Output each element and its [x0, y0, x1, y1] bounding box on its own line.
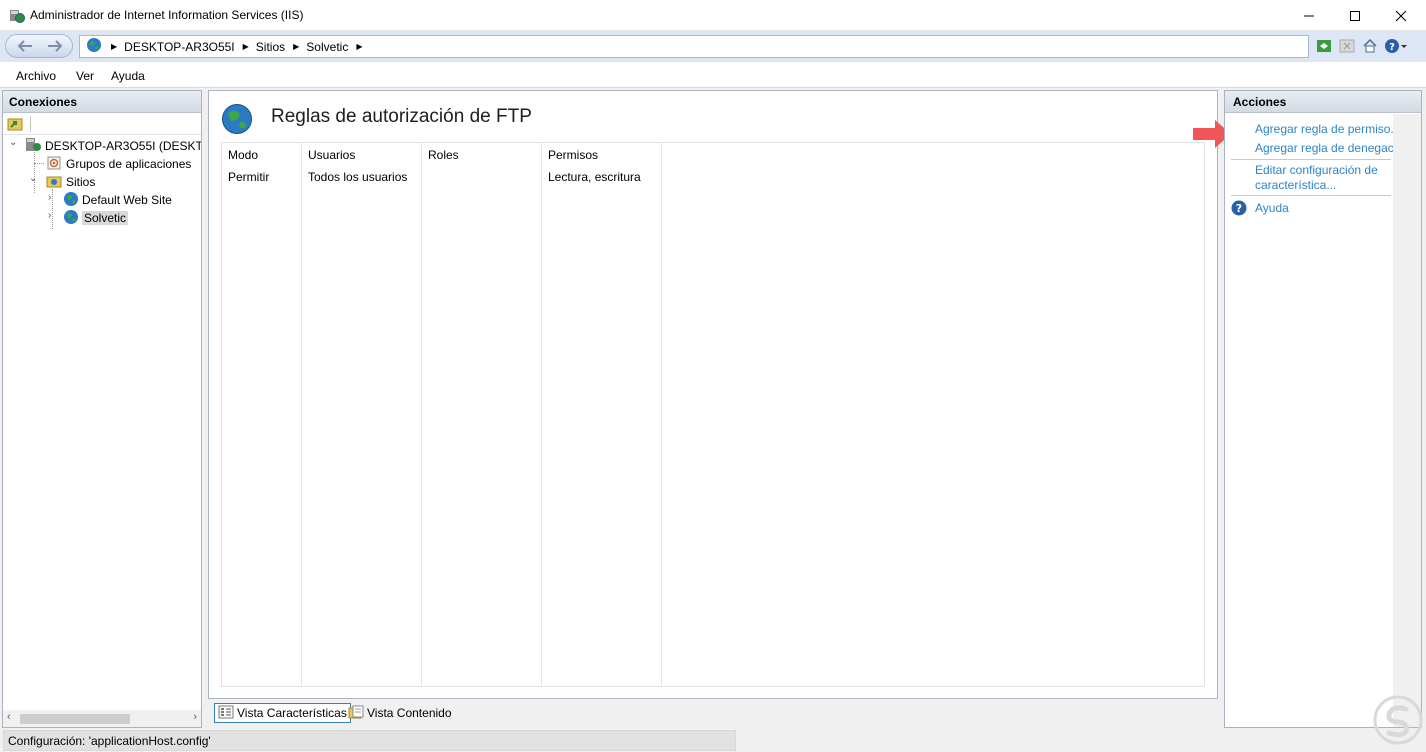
column-header-permisos[interactable]: Permisos: [548, 148, 598, 162]
svg-text:?: ?: [1389, 42, 1395, 53]
solvetic-logo: [1373, 695, 1423, 750]
column-divider: [422, 143, 542, 686]
view-tabs: Vista Características Vista Contenido: [208, 701, 1218, 725]
home-icon[interactable]: [1361, 37, 1378, 54]
connections-panel: Conexiones ⌄ DESKTOP-AR3O55I (DESKTOP Gr…: [2, 90, 202, 728]
scroll-right-icon[interactable]: ›: [193, 711, 197, 723]
page-title: Reglas de autorización de FTP: [271, 106, 532, 127]
connections-tree: ⌄ DESKTOP-AR3O55I (DESKTOP Grupos de apl…: [3, 135, 201, 705]
expand-chevron-icon[interactable]: ⌄: [9, 137, 17, 148]
globe-icon: [86, 37, 102, 56]
feature-panel: Reglas de autorización de FTP Modo Usuar…: [208, 90, 1218, 699]
actions-panel: Acciones Agregar regla de permiso... Agr…: [1224, 90, 1422, 728]
crumb-server[interactable]: DESKTOP-AR3O55I: [124, 40, 234, 54]
menu-bar: Archivo Ver Ayuda: [0, 62, 1426, 88]
connections-toolbar: [3, 113, 201, 135]
crumb-chevron-icon: ▶: [293, 42, 300, 51]
sites-folder-icon: [46, 176, 62, 188]
tree-guide: [34, 163, 44, 164]
app-pool-icon: [47, 156, 61, 170]
tree-label-solvetic: Solvetic: [82, 211, 129, 225]
actions-separator: [1231, 195, 1391, 196]
edit-feature-settings-link[interactable]: Editar configuración de característica..…: [1255, 163, 1378, 193]
tree-item-default-web-site[interactable]: Default Web Site: [63, 191, 172, 209]
tab-features-view[interactable]: Vista Características: [214, 703, 351, 723]
actions-separator: [1231, 159, 1391, 160]
column-header-modo[interactable]: Modo: [228, 148, 258, 162]
maximize-button[interactable]: [1332, 0, 1378, 31]
menu-ayuda[interactable]: Ayuda: [111, 69, 145, 83]
back-arrow-icon[interactable]: [16, 38, 34, 57]
tree-item-server[interactable]: DESKTOP-AR3O55I (DESKTOP: [25, 137, 201, 155]
tab-content-view[interactable]: Vista Contenido: [345, 703, 455, 723]
stop-icon[interactable]: [1338, 37, 1355, 54]
scroll-thumb[interactable]: [20, 714, 130, 724]
globe-icon: [64, 192, 78, 206]
tree-item-app-pools[interactable]: Grupos de aplicaciones: [45, 155, 191, 173]
close-button[interactable]: [1378, 0, 1424, 31]
connect-icon[interactable]: [7, 116, 23, 135]
crumb-chevron-icon: ▶: [111, 42, 118, 51]
scroll-left-icon[interactable]: ‹: [7, 711, 11, 723]
nav-toolbar: ?: [1315, 37, 1408, 54]
connections-header: Conexiones: [3, 91, 201, 113]
tree-item-solvetic[interactable]: Solvetic: [63, 209, 129, 227]
crumb-chevron-icon: ▶: [242, 42, 249, 51]
globe-icon: [64, 210, 78, 224]
tree-guide: [52, 189, 53, 229]
crumb-sites[interactable]: Sitios: [256, 40, 285, 54]
menu-archivo[interactable]: Archivo: [16, 69, 56, 83]
edit-feature-settings-line1: Editar configuración de: [1255, 163, 1378, 177]
content-view-icon: [348, 704, 364, 723]
minimize-button[interactable]: [1286, 0, 1332, 31]
help-icon[interactable]: ?: [1231, 200, 1247, 219]
server-icon: [26, 138, 41, 151]
column-header-roles[interactable]: Roles: [428, 148, 459, 162]
tree-label-sites: Sitios: [66, 175, 96, 189]
rules-list[interactable]: Modo Usuarios Roles Permisos Permitir To…: [221, 142, 1205, 687]
menu-ver[interactable]: Ver: [76, 69, 94, 83]
help-dropdown-icon[interactable]: ?: [1384, 37, 1408, 54]
column-divider: [542, 143, 662, 686]
tree-item-sites[interactable]: Sitios: [45, 173, 95, 191]
column-divider: [222, 143, 302, 686]
collapsed-chevron-icon[interactable]: ›: [48, 210, 51, 221]
column-header-usuarios[interactable]: Usuarios: [308, 148, 355, 162]
tree-label-default-web-site: Default Web Site: [82, 193, 172, 207]
cell-mode[interactable]: Permitir: [228, 170, 269, 184]
features-view-icon: [218, 704, 234, 723]
crumb-site[interactable]: Solvetic: [306, 40, 348, 54]
svg-text:?: ?: [1236, 202, 1242, 215]
actions-header: Acciones: [1225, 91, 1421, 113]
edit-feature-settings-line2: característica...: [1255, 178, 1337, 192]
window-title: Administrador de Internet Information Se…: [30, 8, 304, 22]
address-bar[interactable]: ▶ DESKTOP-AR3O55I ▶ Sitios ▶ Solvetic ▶: [79, 35, 1309, 58]
help-link[interactable]: Ayuda: [1255, 201, 1289, 216]
tree-guide: [34, 149, 35, 193]
cell-users[interactable]: Todos los usuarios: [308, 170, 407, 184]
refresh-icon[interactable]: [1315, 37, 1332, 54]
actions-scrollbar[interactable]: [1393, 114, 1421, 727]
column-divider: [302, 143, 422, 686]
nav-buttons: [5, 34, 73, 58]
cell-permissions[interactable]: Lectura, escritura: [548, 170, 641, 184]
crumb-chevron-icon[interactable]: ▶: [356, 42, 362, 51]
collapsed-chevron-icon[interactable]: ›: [48, 192, 51, 203]
forward-arrow-icon[interactable]: [46, 38, 64, 57]
title-bar: Administrador de Internet Information Se…: [0, 0, 1426, 31]
iis-app-icon: [9, 8, 25, 24]
tab-content-label: Vista Contenido: [367, 706, 452, 720]
status-config-text: Configuración: 'applicationHost.config': [3, 730, 736, 751]
toolbar-separator: [30, 116, 31, 132]
tree-label-app-pools: Grupos de aplicaciones: [66, 157, 192, 171]
tree-label-server: DESKTOP-AR3O55I (DESKTOP: [45, 139, 201, 153]
add-allow-rule-link[interactable]: Agregar regla de permiso...: [1255, 122, 1400, 137]
connections-hscrollbar[interactable]: ‹ ›: [3, 710, 201, 727]
ftp-globe-icon: [221, 103, 253, 138]
expand-chevron-icon[interactable]: ⌄: [29, 173, 37, 184]
navigation-bar: ▶ DESKTOP-AR3O55I ▶ Sitios ▶ Solvetic ▶ …: [0, 31, 1426, 62]
status-bar: Configuración: 'applicationHost.config': [0, 729, 1426, 752]
tab-features-label: Vista Características: [237, 706, 347, 720]
